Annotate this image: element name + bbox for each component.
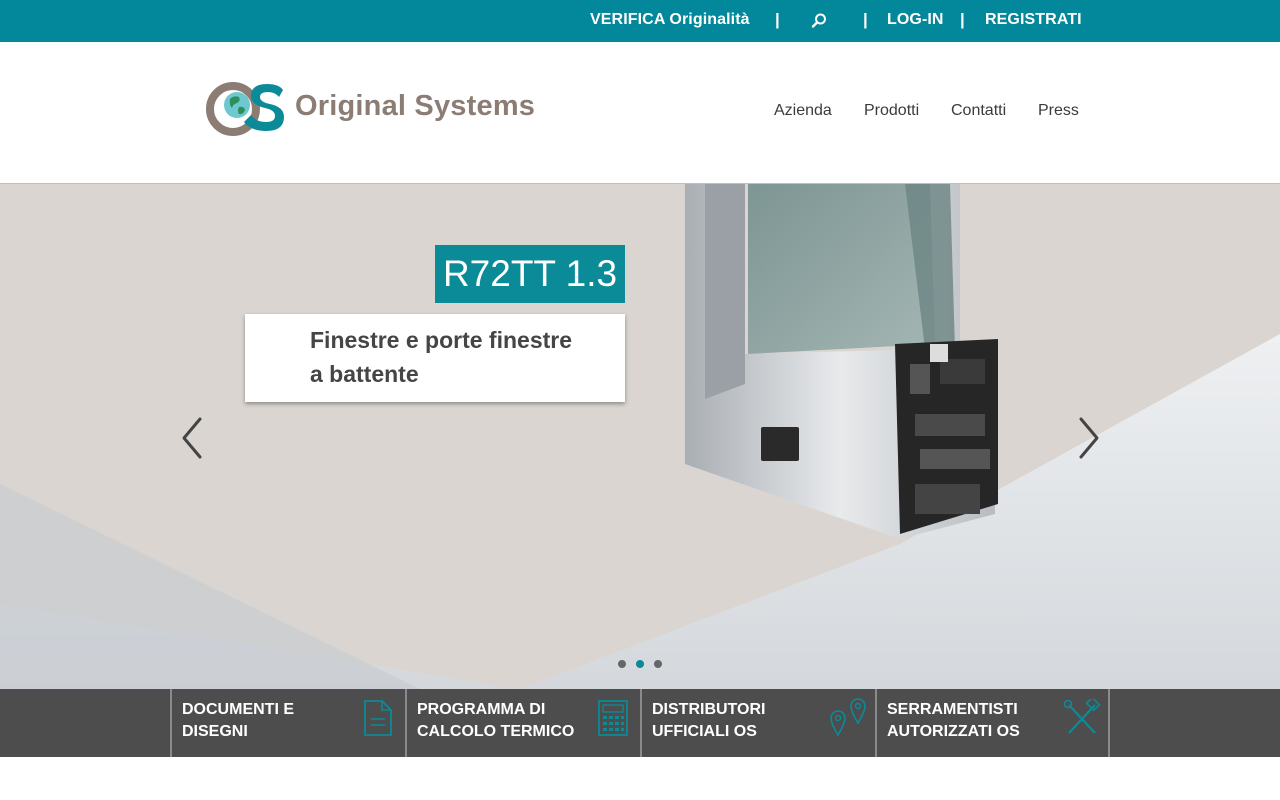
quicklink-official-distributors[interactable]: DISTRIBUTORI UFFICIALI OS xyxy=(640,689,875,757)
product-caption-box: Finestre e porte finestre a battente xyxy=(245,314,625,402)
nav-item-prodotti[interactable]: Prodotti xyxy=(864,102,919,120)
quicklink-documents[interactable]: DOCUMENTI E DISEGNI xyxy=(170,689,405,757)
quicklink-label-line-2: AUTORIZZATI OS xyxy=(887,723,1020,740)
map-pin-icon xyxy=(830,698,866,737)
quicklink-label-line-2: UFFICIALI OS xyxy=(652,723,757,740)
register-link[interactable]: REGISTRATI xyxy=(985,11,1082,29)
document-icon xyxy=(364,700,392,736)
site-header: Original Systems Azienda Prodotti Contat… xyxy=(0,42,1280,184)
quicklink-authorized-installers[interactable]: SERRAMENTISTI AUTORIZZATI OS xyxy=(875,689,1110,757)
slider-dot[interactable] xyxy=(654,660,662,668)
slider-dot-active[interactable] xyxy=(636,660,644,668)
product-subtitle-line-1: Finestre e porte finestre xyxy=(310,327,573,353)
verify-originality-link[interactable]: VERIFICA Originalità xyxy=(590,11,750,29)
calculator-icon xyxy=(598,700,628,736)
product-subtitle-line-2: a battente xyxy=(310,361,419,387)
quicklink-label-line-2: DISEGNI xyxy=(182,723,248,740)
top-bar-separator: | xyxy=(863,10,868,29)
quicklink-label-line-1: PROGRAMMA DI xyxy=(417,701,546,718)
chevron-left-icon[interactable] xyxy=(180,416,206,460)
top-bar: VERIFICA Originalità | | LOG-IN | REGIST… xyxy=(0,0,1280,42)
nav-item-press[interactable]: Press xyxy=(1038,102,1079,120)
slider-dot[interactable] xyxy=(618,660,626,668)
top-bar-separator: | xyxy=(960,10,965,29)
quicklink-label-line-2: CALCOLO TERMICO xyxy=(417,723,575,740)
nav-item-contatti[interactable]: Contatti xyxy=(951,102,1006,120)
top-bar-separator: | xyxy=(775,10,780,29)
quicklink-label-line-1: DOCUMENTI E xyxy=(182,701,294,718)
quicklink-thermal-calculation[interactable]: PROGRAMMA DI CALCOLO TERMICO xyxy=(405,689,640,757)
chevron-right-icon[interactable] xyxy=(1075,416,1101,460)
login-link[interactable]: LOG-IN xyxy=(887,11,944,29)
logo-wordmark[interactable]: Original Systems xyxy=(295,90,535,123)
quicklink-label-line-1: DISTRIBUTORI xyxy=(652,701,766,718)
product-title: R72TT 1.3 xyxy=(435,245,625,303)
quicklinks-bar: DOCUMENTI E DISEGNI PROGRAMMA DI CALCOLO… xyxy=(0,689,1280,757)
hero-slider: R72TT 1.3 Finestre e porte finestre a ba… xyxy=(0,184,1280,689)
slider-pagination xyxy=(614,658,666,670)
search-icon[interactable] xyxy=(810,12,828,30)
nav-item-azienda[interactable]: Azienda xyxy=(774,102,832,120)
quicklink-label-line-1: SERRAMENTISTI xyxy=(887,701,1018,718)
tools-icon xyxy=(1063,699,1101,734)
